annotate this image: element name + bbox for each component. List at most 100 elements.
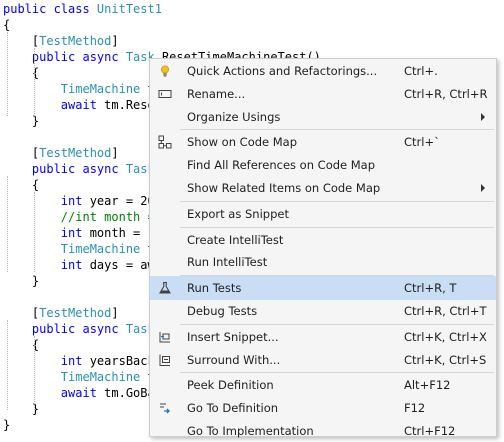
code-token: TestMethod (39, 306, 112, 320)
code-line[interactable]: await tm.GoBa (3, 385, 155, 401)
code-token: int (3, 354, 90, 368)
menu-item-surround-with[interactable]: Surround With... Ctrl+K, Ctrl+S (151, 349, 495, 371)
go-to-definition-icon (158, 401, 172, 415)
indent-guide (34, 48, 35, 116)
menu-item-shortcut: Ctrl+K, Ctrl+S (404, 352, 487, 367)
code-line[interactable]: await tm.Rese (3, 97, 155, 113)
menu-item-rename[interactable]: Rename... Ctrl+R, Ctrl+R (151, 83, 495, 105)
code-line[interactable]: TimeMachine t (3, 81, 155, 97)
code-token: public async (3, 50, 126, 64)
code-line[interactable]: { (3, 177, 39, 193)
menu-item-label: Rename... (187, 86, 246, 101)
code-token: year = 20 (89, 194, 155, 208)
code-line[interactable]: public async Task (3, 161, 155, 177)
code-line[interactable]: TimeMachine t (3, 241, 155, 257)
code-token: { (3, 178, 40, 192)
code-line[interactable]: public async Task (3, 321, 155, 337)
menu-item-debug-tests[interactable]: Debug Tests Ctrl+R, Ctrl+T (151, 300, 495, 322)
menu-item-go-to-implementation[interactable]: Go To Implementation Ctrl+F12 (151, 420, 495, 442)
code-line[interactable]: int year = 20 (3, 193, 155, 209)
code-token: tm.GoBa (104, 386, 155, 400)
code-line[interactable]: { (3, 17, 10, 33)
insert-snippet-icon (158, 330, 172, 344)
code-line[interactable]: TimeMachine t (3, 369, 155, 385)
code-token: TimeMachine (60, 242, 141, 256)
code-line[interactable]: int yearsBack (3, 353, 155, 369)
submenu-arrow-icon (481, 184, 485, 192)
context-menu: Quick Actions and Refactorings... Ctrl+. R… (149, 58, 497, 438)
menu-item-label: Run IntelliTest (187, 255, 268, 270)
code-token: int (3, 226, 90, 240)
code-token: days = aw (89, 258, 155, 272)
menu-item-label: Insert Snippet... (187, 329, 279, 344)
code-line[interactable]: //int month = (3, 209, 155, 225)
code-line[interactable]: [TestMethod] (3, 33, 119, 49)
menu-separator (180, 372, 494, 374)
code-token: ] (111, 146, 119, 160)
menu-item-label: Peek Definition (187, 378, 274, 393)
menu-item-export-as-snippet[interactable]: Export as Snippet (151, 203, 495, 225)
menu-item-quick-actions[interactable]: Quick Actions and Refactorings... Ctrl+. (151, 60, 495, 82)
code-token: tm.Rese (104, 98, 155, 112)
menu-item-label: Create IntelliTest (187, 232, 284, 247)
menu-item-label: Quick Actions and Refactorings... (187, 64, 378, 78)
menu-item-find-all-references[interactable]: Find All References on Code Map (151, 154, 495, 176)
code-token: [ (3, 146, 40, 160)
code-token: [ (3, 306, 40, 320)
menu-item-create-intellitest[interactable]: Create IntelliTest (151, 229, 495, 251)
menu-item-show-related-items[interactable]: Show Related Items on Code Map (151, 177, 495, 199)
lightbulb-icon (158, 64, 172, 78)
code-map-icon (158, 135, 172, 149)
menu-item-run-tests[interactable]: Run Tests Ctrl+R, T (150, 276, 496, 301)
surround-with-icon (158, 353, 172, 367)
menu-item-label: Export as Snippet (187, 206, 289, 221)
menu-item-organize-usings[interactable]: Organize Usings (151, 106, 495, 128)
indent-guide (7, 176, 8, 272)
code-token: ] (111, 306, 119, 320)
menu-item-label: Go To Implementation (187, 424, 314, 438)
code-line[interactable]: int days = aw (3, 257, 155, 273)
menu-item-show-on-code-map[interactable]: Show on Code Map Ctrl+` (151, 131, 495, 153)
code-token: await (3, 98, 105, 112)
menu-item-label: Run Tests (187, 281, 242, 296)
code-token: public class (3, 2, 97, 16)
menu-item-label: Show Related Items on Code Map (187, 181, 381, 195)
indent-guide (7, 32, 8, 116)
indent-guide (34, 336, 35, 410)
code-line[interactable]: public class UnitTest1 (3, 1, 162, 17)
code-token: public async (3, 162, 126, 176)
menu-item-shortcut: Ctrl+. (404, 64, 438, 78)
rename-icon (158, 87, 172, 101)
code-token: ] (111, 34, 119, 48)
menu-item-label: Go To Definition (187, 401, 279, 416)
menu-item-label: Find All References on Code Map (187, 158, 376, 173)
menu-item-go-to-definition[interactable]: Go To Definition F12 (151, 397, 495, 419)
menu-separator (180, 200, 494, 202)
code-token: [ (3, 34, 40, 48)
code-token: //int month = (3, 210, 155, 224)
code-line[interactable]: } (3, 417, 10, 433)
submenu-arrow-icon (481, 112, 485, 121)
menu-item-shortcut: Alt+F12 (404, 378, 451, 393)
code-line[interactable]: int month = 1 (3, 225, 155, 241)
menu-separator (180, 129, 494, 131)
code-token: yearsBack (89, 354, 155, 368)
menu-item-shortcut: Ctrl+R, Ctrl+R (404, 86, 488, 101)
menu-item-label: Debug Tests (187, 304, 258, 318)
menu-separator (180, 226, 494, 228)
code-token: } (3, 114, 40, 128)
code-line[interactable]: [TestMethod] (3, 145, 119, 161)
code-token: await (3, 386, 105, 400)
code-token: TestMethod (39, 146, 112, 160)
code-token: int (3, 258, 90, 272)
code-line[interactable]: [TestMethod] (3, 305, 119, 321)
menu-item-peek-definition[interactable]: Peek Definition Alt+F12 (151, 374, 495, 396)
menu-item-insert-snippet[interactable]: Insert Snippet... Ctrl+K, Ctrl+X (151, 326, 495, 348)
menu-item-run-intellitest[interactable]: Run IntelliTest (151, 251, 495, 273)
code-token: int (3, 194, 90, 208)
indent-guide (34, 192, 35, 272)
menu-item-shortcut: F12 (404, 401, 426, 416)
code-line[interactable]: } (3, 273, 39, 289)
